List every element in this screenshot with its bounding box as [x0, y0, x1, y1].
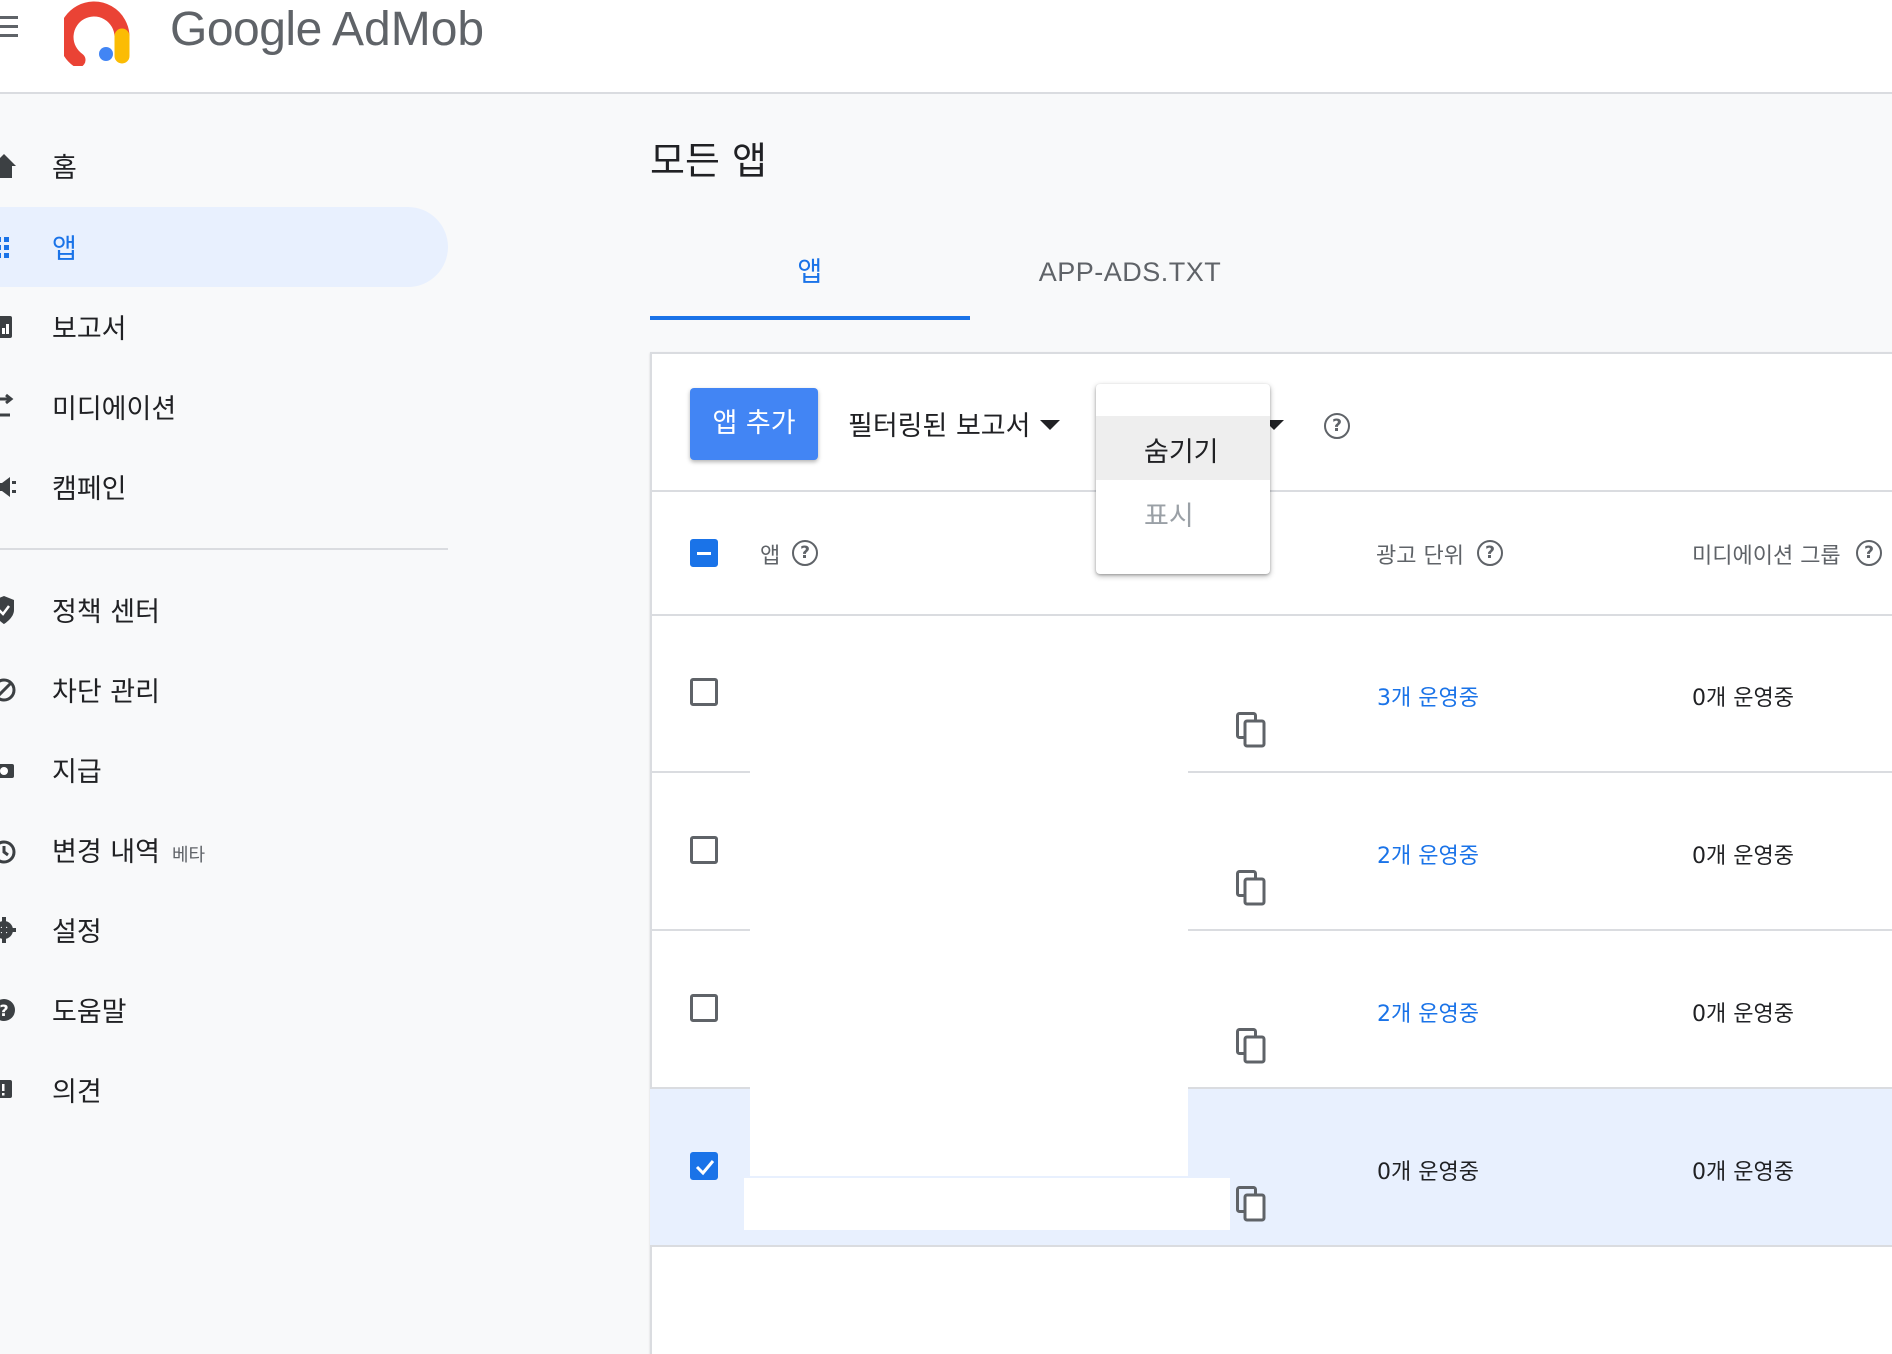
- row-divider: [1188, 771, 1892, 773]
- sidebar-item-settings[interactable]: 설정: [0, 890, 448, 970]
- help-circle-icon[interactable]: ?: [1856, 540, 1882, 566]
- tab-apps[interactable]: 앱: [650, 230, 970, 320]
- indeterminate-dash-icon: [697, 552, 711, 555]
- sidebar-item-label: 정책 센터: [52, 597, 160, 628]
- sidebar-item-label-text: 변경 내역: [52, 837, 160, 868]
- mediation-icon: [0, 393, 14, 417]
- feedback-icon: [0, 1080, 12, 1098]
- select-all-checkbox[interactable]: [690, 539, 718, 567]
- menu-icon[interactable]: [0, 12, 20, 42]
- checkmark-icon: [695, 1160, 715, 1176]
- top-app-bar: Google AdMob: [0, 0, 1892, 94]
- svg-text:?: ?: [0, 1001, 9, 1020]
- row-checkbox[interactable]: [690, 836, 718, 864]
- row-divider: [650, 771, 750, 773]
- sidebar-item-label: 설정: [52, 917, 102, 948]
- page-title: 모든 앱: [650, 139, 767, 183]
- menu-item-show[interactable]: 표시: [1096, 480, 1270, 544]
- help-circle-icon[interactable]: ?: [1477, 540, 1503, 566]
- visibility-dropdown-menu: 숨기기 표시: [1096, 384, 1270, 574]
- ad-units-link[interactable]: 3개 운영중: [1377, 680, 1479, 712]
- admob-logo-icon[interactable]: [64, 0, 138, 66]
- copy-icon[interactable]: [1236, 870, 1266, 906]
- row-checkbox[interactable]: [690, 678, 718, 706]
- sidebar-item-policy-center[interactable]: 정책 센터: [0, 570, 448, 650]
- add-app-button[interactable]: 앱 추가: [690, 388, 818, 460]
- row-divider: [650, 929, 750, 931]
- copy-icon[interactable]: [1236, 712, 1266, 748]
- logo-google-text: Google: [170, 3, 322, 56]
- row-checkbox[interactable]: [690, 1152, 718, 1180]
- sidebar-item-label: 미디에이션: [52, 394, 177, 425]
- payments-icon: [0, 764, 14, 778]
- help-icon: ?: [0, 999, 15, 1021]
- help-circle-icon[interactable]: ?: [1324, 413, 1350, 439]
- mediation-groups-value: 0개 운영중: [1692, 1002, 1794, 1027]
- row-checkbox[interactable]: [690, 994, 718, 1022]
- mediation-groups-value: 0개 운영중: [1692, 1160, 1794, 1185]
- policy-shield-icon: [0, 596, 14, 624]
- sidebar-item-apps[interactable]: 앱: [0, 207, 448, 287]
- menu-item-label: 표시: [1144, 501, 1194, 532]
- sidebar-item-help[interactable]: ? 도움말: [0, 970, 448, 1050]
- sidebar-item-label: 캠페인: [52, 474, 127, 505]
- sidebar-item-label: 지급: [52, 757, 102, 788]
- campaign-icon: [0, 477, 16, 497]
- row-divider: [650, 1245, 1892, 1247]
- column-header-mediation-groups: 미디에이션 그룹: [1692, 544, 1841, 569]
- sidebar-item-mediation[interactable]: 미디에이션: [0, 367, 448, 447]
- sidebar-item-label: 의견: [52, 1077, 102, 1108]
- sidebar-item-campaigns[interactable]: 캠페인: [0, 447, 448, 527]
- home-icon: [0, 154, 16, 178]
- block-icon: [0, 678, 16, 702]
- sidebar-item-home[interactable]: 홈: [0, 126, 448, 206]
- sidebar-item-label: 앱: [52, 234, 77, 265]
- history-icon: [0, 840, 16, 864]
- sidebar-item-blocking[interactable]: 차단 관리: [0, 650, 448, 730]
- sidebar-item-label: 도움말: [52, 997, 127, 1028]
- sidebar-item-label: 변경 내역 베타: [52, 830, 205, 869]
- column-header-ad-units: 광고 단위: [1376, 544, 1464, 569]
- ad-units-link[interactable]: 2개 운영중: [1377, 996, 1479, 1028]
- mediation-groups-value: 0개 운영중: [1692, 844, 1794, 869]
- menu-item-label: 숨기기: [1144, 437, 1219, 468]
- sidebar-divider: [0, 548, 448, 550]
- sidebar-item-label: 차단 관리: [52, 677, 160, 708]
- sidebar-item-label: 보고서: [52, 314, 127, 345]
- report-icon: [0, 316, 12, 338]
- sidebar-item-feedback[interactable]: 의견: [0, 1050, 448, 1130]
- row-divider: [1188, 929, 1892, 931]
- redacted-app-names: [750, 616, 1188, 1176]
- copy-icon[interactable]: [1236, 1028, 1266, 1064]
- sidebar-item-reports[interactable]: 보고서: [0, 287, 448, 367]
- sidebar-item-change-history[interactable]: 변경 내역 베타: [0, 810, 448, 890]
- filter-label: 필터링된 보고서: [848, 411, 1031, 442]
- mediation-groups-value: 0개 운영중: [1692, 686, 1794, 711]
- settings-gear-icon: [0, 917, 16, 943]
- beta-badge: 베타: [171, 845, 206, 866]
- logo-admob-text: AdMob: [332, 3, 485, 56]
- ad-units-link[interactable]: 2개 운영중: [1377, 838, 1479, 870]
- redacted-app-name: [744, 1178, 1230, 1230]
- toolbar-divider: [650, 490, 1892, 492]
- help-circle-icon[interactable]: ?: [792, 540, 818, 566]
- chevron-down-icon: [1040, 420, 1060, 430]
- tab-app-ads-txt[interactable]: APP-ADS.TXT: [970, 230, 1290, 320]
- apps-grid-icon: [0, 237, 9, 258]
- sidebar-item-payments[interactable]: 지급: [0, 730, 448, 810]
- row-divider: [1188, 1087, 1892, 1089]
- row-divider: [650, 1087, 750, 1089]
- menu-item-hide[interactable]: 숨기기: [1096, 416, 1270, 480]
- column-header-app: 앱: [760, 544, 781, 569]
- copy-icon[interactable]: [1236, 1186, 1266, 1222]
- ad-units-value: 0개 운영중: [1377, 1160, 1479, 1185]
- sidebar-item-label: 홈: [52, 153, 77, 184]
